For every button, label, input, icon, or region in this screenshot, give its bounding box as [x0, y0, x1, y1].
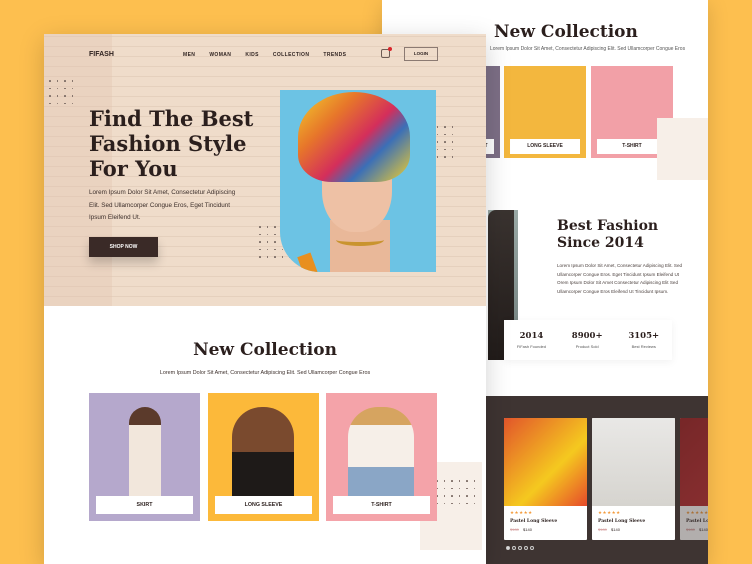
nav-links: MEN WOMAN KIDS COLLECTION TRENDS — [183, 52, 346, 58]
stat-value: 2014 — [519, 331, 544, 341]
product-price: $180 $140 — [686, 527, 708, 532]
card-label: T-SHIRT — [333, 496, 430, 514]
stats-bar: 2014 FiFash Founded 8900+ Product Sold 3… — [504, 320, 672, 360]
card-label: SKIRT — [96, 496, 193, 514]
pager-dot[interactable] — [530, 546, 534, 550]
shop-now-button[interactable]: SHOP NOW — [89, 237, 158, 257]
stat-reviews: 3105+ Best Reviews — [628, 331, 659, 349]
pager-dot[interactable] — [506, 546, 510, 550]
old-price: $180 — [598, 527, 607, 532]
card-label: LONG SLEEVE — [215, 496, 312, 514]
stat-value: 8900+ — [571, 331, 603, 341]
login-button[interactable]: LOGIN — [404, 47, 438, 61]
collection-card-t-shirt[interactable]: T-SHIRT — [326, 393, 437, 521]
about-text: Lorem Ipsum Dolor Sit Amet, Consectetur … — [557, 263, 683, 294]
nav-trends[interactable]: TRENDS — [323, 52, 346, 58]
rating-stars-icon: ★★★★★ — [598, 510, 621, 515]
nav-woman[interactable]: WOMAN — [209, 52, 231, 58]
decorative-dots — [49, 80, 73, 104]
old-price: $180 — [510, 527, 519, 532]
collection-card-skirt[interactable]: SKIRT — [89, 393, 200, 521]
back-collection-title: New Collection — [494, 22, 638, 42]
product-card[interactable]: ★★★★★ Pastel Long Sleeve $180 $140 — [680, 418, 708, 540]
cart-badge — [388, 47, 392, 51]
model-image — [232, 407, 294, 507]
product-name: Pastel Long Sleeve — [686, 519, 708, 524]
collection-card-long-sleeve[interactable]: LONG SLEEVE — [208, 393, 319, 521]
decorative-dots — [436, 480, 475, 504]
stat-founded: 2014 FiFash Founded — [517, 331, 546, 349]
logo[interactable]: FIFASH — [89, 51, 114, 58]
stat-label: Best Reviews — [631, 344, 656, 349]
pager-dot[interactable] — [524, 546, 528, 550]
product-image — [592, 418, 675, 506]
model-image — [348, 407, 414, 507]
product-price: $180 $140 — [510, 527, 581, 532]
current-price: $140 — [611, 527, 620, 532]
stat-label: Product Sold — [575, 344, 599, 349]
current-price: $140 — [523, 527, 532, 532]
product-name: Pastel Long Sleeve — [598, 519, 646, 524]
nav-kids[interactable]: KIDS — [245, 52, 259, 58]
current-price: $140 — [699, 527, 708, 532]
pager-dot[interactable] — [518, 546, 522, 550]
stat-products-sold: 8900+ Product Sold — [572, 331, 603, 349]
product-image — [680, 418, 708, 506]
product-card[interactable]: ★★★★★ Pastel Long Sleeve $180 $140 — [504, 418, 587, 540]
stat-label: FiFash Founded — [516, 344, 547, 349]
hero-description: Lorem Ipsum Dolor Sit Amet, Consectetur … — [89, 189, 236, 221]
new-collection-title: New Collection — [193, 340, 337, 360]
stat-value: 3105+ — [628, 331, 660, 341]
main-page-mockup: FIFASH MEN WOMAN KIDS COLLECTION TRENDS … — [44, 34, 486, 564]
hero-model-image — [280, 90, 436, 272]
hero-section: FIFASH MEN WOMAN KIDS COLLECTION TRENDS … — [44, 34, 486, 306]
decorative-panel — [657, 118, 708, 180]
about-title: Best Fashion Since 2014 — [557, 218, 659, 251]
product-image — [504, 418, 587, 506]
product-card[interactable]: ★★★★★ Pastel Long Sleeve $180 $140 — [592, 418, 675, 540]
top-navbar: FIFASH MEN WOMAN KIDS COLLECTION TRENDS … — [44, 34, 486, 74]
back-card-long-sleeve[interactable]: LONG SLEEVE — [504, 66, 586, 158]
old-price: $180 — [686, 527, 695, 532]
pager-dot[interactable] — [512, 546, 516, 550]
product-price: $180 $140 — [598, 527, 669, 532]
nav-collection[interactable]: COLLECTION — [273, 52, 310, 58]
rating-stars-icon: ★★★★★ — [510, 510, 533, 515]
product-name: Pastel Long Sleeve — [510, 519, 558, 524]
model-image — [129, 407, 161, 507]
new-collection-subtitle: Lorem Ipsum Dolor Sit Amet, Consectetur … — [159, 370, 371, 376]
rating-stars-icon: ★★★★★ — [686, 510, 708, 515]
back-collection-subtitle: Lorem Ipsum Dolor Sit Amet, Consectetur … — [490, 46, 686, 52]
carousel-pager[interactable] — [506, 546, 534, 550]
hero-title: Find The Best Fashion Style For You — [89, 106, 254, 181]
back-card-label: LONG SLEEVE — [510, 139, 580, 154]
nav-men[interactable]: MEN — [183, 52, 195, 58]
